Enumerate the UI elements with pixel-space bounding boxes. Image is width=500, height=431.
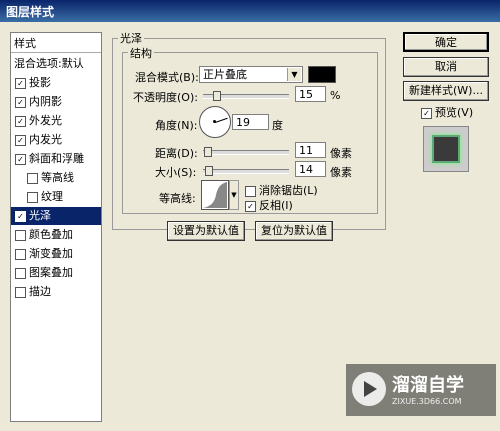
style-item-inner-glow[interactable]: ✓ 内发光 xyxy=(11,131,101,149)
antialias-checkbox[interactable] xyxy=(245,185,256,197)
antialias-label: 消除锯齿(L) xyxy=(259,184,318,197)
blend-mode-label: 混合模式(B): xyxy=(135,71,199,84)
contour-picker[interactable] xyxy=(201,180,229,210)
style-item-label: 颜色叠加 xyxy=(29,228,73,241)
opacity-input[interactable]: 15 xyxy=(295,86,326,102)
preview-label: 预览(V) xyxy=(435,106,474,119)
style-item-label: 外发光 xyxy=(29,114,62,127)
watermark: 溜溜自学 ZIXUE.3D66.COM xyxy=(346,364,496,416)
invert-label: 反相(I) xyxy=(259,199,293,212)
style-item-label: 纹理 xyxy=(41,190,63,203)
style-item-label: 渐变叠加 xyxy=(29,247,73,260)
size-unit: 像素 xyxy=(330,166,352,179)
style-item-drop-shadow[interactable]: ✓ 投影 xyxy=(11,74,101,92)
style-item-color-overlay[interactable]: 颜色叠加 xyxy=(11,226,101,244)
checkbox[interactable]: ✓ xyxy=(15,77,26,89)
blend-mode-value: 正片叠底 xyxy=(203,68,247,81)
style-item-label: 等高线 xyxy=(41,171,74,184)
reset-default-button[interactable]: 复位为默认值 xyxy=(255,221,333,241)
style-item-label: 斜面和浮雕 xyxy=(29,152,84,165)
checkbox[interactable] xyxy=(27,191,38,203)
style-item-label: 光泽 xyxy=(29,209,51,222)
angle-label: 角度(N): xyxy=(155,119,198,132)
checkbox[interactable]: ✓ xyxy=(15,210,26,222)
angle-dial-center xyxy=(213,120,216,123)
size-input[interactable]: 14 xyxy=(295,161,326,177)
distance-slider-thumb[interactable] xyxy=(204,147,213,157)
style-item-stroke[interactable]: 描边 xyxy=(11,283,101,301)
style-preview xyxy=(423,126,469,172)
style-list: 样式 混合选项:默认 ✓ 投影 ✓ 内阴影 ✓ 外发光 ✓ 内发光 ✓ 斜面和浮雕 等高线… xyxy=(10,32,102,422)
style-item-label: 图案叠加 xyxy=(29,266,73,279)
angle-dial[interactable] xyxy=(199,106,231,138)
play-logo-icon xyxy=(352,372,386,406)
opacity-label: 不透明度(O): xyxy=(133,91,198,104)
angle-unit: 度 xyxy=(272,119,283,132)
opacity-unit: % xyxy=(330,89,341,102)
style-item-outer-glow[interactable]: ✓ 外发光 xyxy=(11,112,101,130)
make-default-button[interactable]: 设置为默认值 xyxy=(167,221,245,241)
window-title: 图层样式 xyxy=(6,5,55,19)
style-item-contour[interactable]: 等高线 xyxy=(11,169,101,187)
satin-title: 光泽 xyxy=(118,30,144,46)
checkbox[interactable] xyxy=(15,286,26,298)
antialias-option[interactable]: 消除锯齿(L) xyxy=(245,182,318,198)
style-item-label: 内阴影 xyxy=(29,95,62,108)
preview-checkbox[interactable]: ✓ xyxy=(421,107,432,119)
checkbox[interactable] xyxy=(15,229,26,241)
size-label: 大小(S): xyxy=(155,166,197,179)
size-slider[interactable] xyxy=(203,166,289,176)
new-style-button[interactable]: 新建样式(W)... xyxy=(403,81,489,101)
chevron-down-icon[interactable]: ▼ xyxy=(287,68,301,81)
preview-swatch xyxy=(432,135,460,163)
checkbox[interactable]: ✓ xyxy=(15,153,26,165)
cancel-button[interactable]: 取消 xyxy=(403,57,489,77)
style-item-bevel-emboss[interactable]: ✓ 斜面和浮雕 xyxy=(11,150,101,168)
distance-slider[interactable] xyxy=(203,147,289,157)
distance-unit: 像素 xyxy=(330,147,352,160)
style-item-inner-shadow[interactable]: ✓ 内阴影 xyxy=(11,93,101,111)
contour-curve-icon xyxy=(203,182,227,208)
style-item-blending-options[interactable]: 混合选项:默认 xyxy=(11,55,101,73)
checkbox[interactable] xyxy=(15,248,26,260)
size-slider-thumb[interactable] xyxy=(205,166,214,176)
distance-input[interactable]: 11 xyxy=(295,142,326,158)
play-triangle xyxy=(364,381,377,397)
opacity-slider-thumb[interactable] xyxy=(212,91,221,101)
color-swatch[interactable] xyxy=(308,66,336,83)
preview-option[interactable]: ✓ 预览(V) xyxy=(421,104,473,120)
blend-mode-select[interactable]: 正片叠底 ▼ xyxy=(199,66,303,83)
title-bar: 图层样式 xyxy=(0,0,500,22)
checkbox[interactable]: ✓ xyxy=(15,96,26,108)
angle-input[interactable]: 19 xyxy=(232,114,269,130)
watermark-name: 溜溜自学 xyxy=(392,375,464,396)
checkbox[interactable]: ✓ xyxy=(15,115,26,127)
style-list-header: 样式 xyxy=(11,35,101,53)
invert-checkbox[interactable]: ✓ xyxy=(245,200,256,212)
checkbox[interactable]: ✓ xyxy=(15,134,26,146)
contour-label: 等高线: xyxy=(159,192,196,205)
opacity-slider[interactable] xyxy=(203,91,289,101)
watermark-url: ZIXUE.3D66.COM xyxy=(392,397,462,406)
angle-dial-hand xyxy=(215,117,228,123)
contour-dropdown-icon[interactable]: ▼ xyxy=(229,180,239,210)
structure-title: 结构 xyxy=(128,45,154,61)
style-item-label: 描边 xyxy=(29,285,51,298)
style-item-label: 内发光 xyxy=(29,133,62,146)
checkbox[interactable] xyxy=(15,267,26,279)
checkbox[interactable] xyxy=(27,172,38,184)
style-item-satin[interactable]: ✓ 光泽 xyxy=(11,207,101,225)
style-item-gradient-overlay[interactable]: 渐变叠加 xyxy=(11,245,101,263)
style-item-texture[interactable]: 纹理 xyxy=(11,188,101,206)
distance-label: 距离(D): xyxy=(155,147,198,160)
style-item-pattern-overlay[interactable]: 图案叠加 xyxy=(11,264,101,282)
ok-button[interactable]: 确定 xyxy=(403,32,489,52)
invert-option[interactable]: ✓ 反相(I) xyxy=(245,197,293,213)
style-item-label: 投影 xyxy=(29,76,51,89)
